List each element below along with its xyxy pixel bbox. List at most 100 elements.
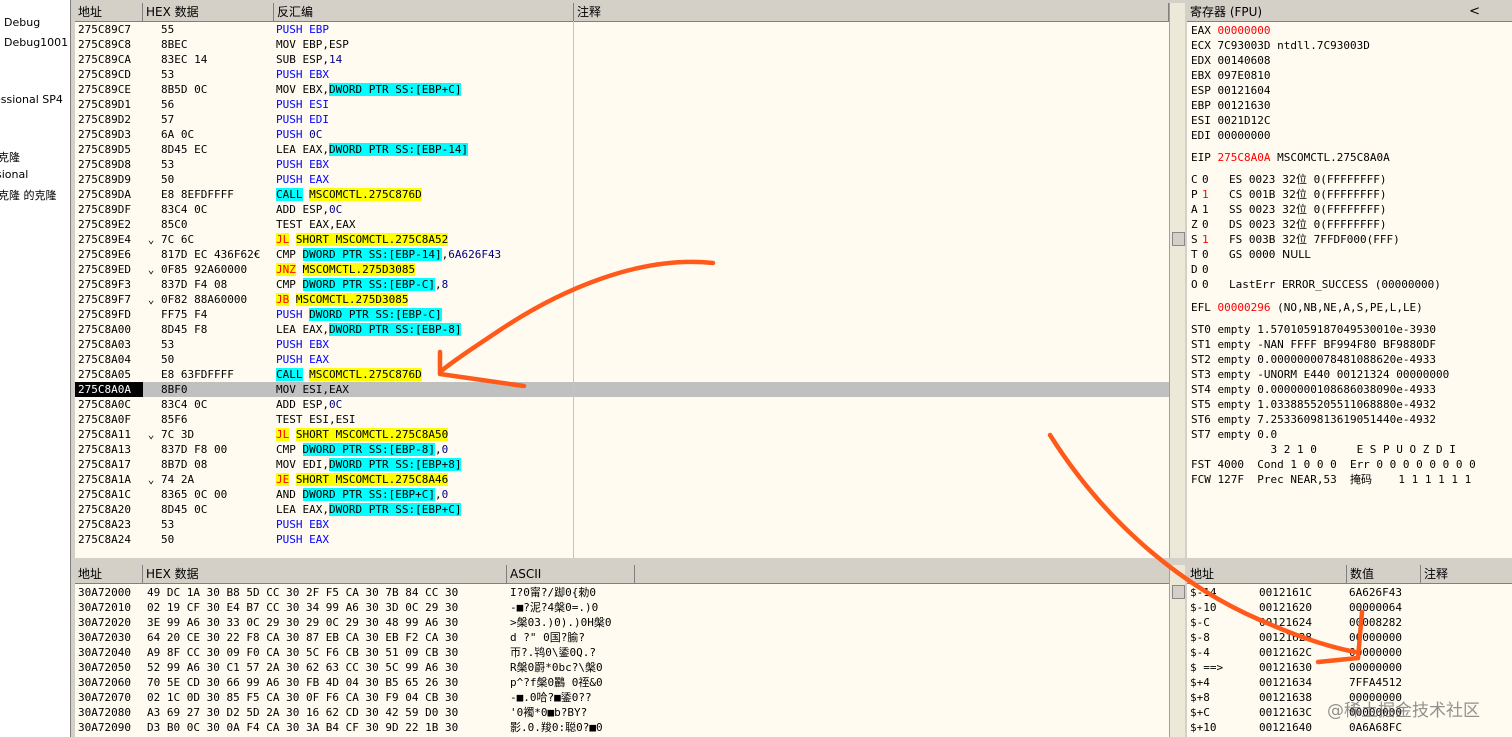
flag-row[interactable]: C 0 ES 0023 32位 0(FFFFFFFF) [1191,172,1386,187]
stack-row[interactable]: $-C 00121624 00008282 [1187,615,1512,630]
dump-row[interactable]: 30A72090 D3 B0 0C 30 0A F4 CA 30 3A B4 CF… [75,720,1169,735]
disasm-row[interactable]: 275C8A20 8D45 0C LEA EAX,DWORD PTR SS:[EBP… [75,502,1169,517]
stack-row[interactable]: $-4 0012162C 00000000 [1187,645,1512,660]
disasm-row[interactable]: 275C89F7 ⌄ 0F82 88A60000 JB MSCOMCTL.275D30… [75,292,1169,307]
fpu-register[interactable]: ST3 empty -UNORM E440 00121324 00000000 [1191,367,1449,382]
stack-row[interactable]: $-14 0012161C 6A626F43 [1187,585,1512,600]
disasm-row[interactable]: 275C8A00 8D45 F8 LEA EAX,DWORD PTR SS:[EBP… [75,322,1169,337]
dump-row[interactable]: 30A72030 64 20 CE 30 22 F8 CA 30 87 EB CA… [75,630,1169,645]
fpu-register[interactable]: ST5 empty 1.0338855205511068880e-4932 [1191,397,1436,412]
scrollbar-thumb[interactable] [1172,232,1185,246]
registers-pane[interactable]: 寄存器 (FPU) < EAX 00000000 ECX 7C93003D nt… [1187,3,1512,558]
dump-scrollbar[interactable] [1169,565,1185,737]
disasm-row[interactable]: 275C8A1C 8365 0C 00 AND DWORD PTR SS:[EBP+… [75,487,1169,502]
column-header-value[interactable]: 数值 [1347,565,1421,583]
disasm-row[interactable]: 275C89CE 8B5D 0C MOV EBX,DWORD PTR SS:[EBP… [75,82,1169,97]
disasm-row[interactable]: 275C89ED ⌄ 0F85 92A60000 JNZ MSCOMCTL.275D3… [75,262,1169,277]
fpu-status-word[interactable]: FST 4000 Cond 1 0 0 0 Err 0 0 0 0 0 0 0 … [1191,457,1476,472]
disassembly-pane[interactable]: 地址 HEX 数据 反汇编 注释 275C89C7 55 PUSH EBP 275C8… [75,3,1185,558]
left-strip-item[interactable]: Debug [4,16,40,29]
fpu-register[interactable]: ST1 empty -NAN FFFF BF994F80 BF9880DF [1191,337,1436,352]
left-strip-item[interactable]: sional [0,168,28,181]
disasm-row[interactable]: 275C89CD 53 PUSH EBX [75,67,1169,82]
stack-pane[interactable]: 地址 数值 注释 $-14 0012161C 6A626F43 $-10 0012162… [1187,565,1512,737]
flag-row[interactable]: P 1 CS 001B 32位 0(FFFFFFFF) [1191,187,1386,202]
column-header-address[interactable]: 地址 [75,565,143,583]
register-eax[interactable]: EAX 00000000 [1191,23,1270,38]
dump-row[interactable]: 30A72040 A9 8F CC 30 09 F0 CA 30 5C F6 CB… [75,645,1169,660]
disasm-row[interactable]: 275C8A23 53 PUSH EBX [75,517,1169,532]
flag-row[interactable]: A 1 SS 0023 32位 0(FFFFFFFF) [1191,202,1386,217]
fpu-control-word[interactable]: FCW 127F Prec NEAR,53 掩码 1 1 1 1 1 1 [1191,472,1471,487]
disasm-row[interactable]: 275C89E2 85C0 TEST EAX,EAX [75,217,1169,232]
left-strip-item[interactable]: 克隆 [0,149,20,165]
disasm-row[interactable]: 275C89D5 8D45 EC LEA EAX,DWORD PTR SS:[EBP… [75,142,1169,157]
dump-row[interactable]: 30A72000 49 DC 1A 30 B8 5D CC 30 2F F5 CA… [75,585,1169,600]
disasm-row[interactable]: 275C8A0F 85F6 TEST ESI,ESI [75,412,1169,427]
disasm-row[interactable]: 275C8A1A ⌄ 74 2A JE SHORT MSCOMCTL.275C8A46 [75,472,1169,487]
collapse-icon[interactable]: < [1469,4,1480,19]
stack-row[interactable]: $ ==> 00121630 00000000 [1187,660,1512,675]
disasm-row[interactable]: 275C89D9 50 PUSH EAX [75,172,1169,187]
dump-row[interactable]: 30A72050 52 99 A6 30 C1 57 2A 30 62 63 CC… [75,660,1169,675]
stack-row[interactable]: $-10 00121620 00000064 [1187,600,1512,615]
dump-row[interactable]: 30A72060 70 5E CD 30 66 99 A6 30 FB 4D 04… [75,675,1169,690]
disasm-row[interactable]: 275C89FD FF75 F4 PUSH DWORD PTR SS:[EBP-C] [75,307,1169,322]
column-header-address[interactable]: 地址 [1187,565,1347,583]
left-strip-item[interactable]: 克隆 的克隆 [0,187,57,203]
flag-row[interactable]: T 0 GS 0000 NULL [1191,247,1311,262]
register-efl[interactable]: EFL 00000296 (NO,NB,NE,A,S,PE,L,LE) [1191,300,1423,315]
fpu-register[interactable]: ST7 empty 0.0 [1191,427,1277,442]
column-header-ascii[interactable]: ASCII [507,565,635,583]
memory-dump-pane[interactable]: 地址 HEX 数据 ASCII 30A72000 49 DC 1A 30 B8 5… [75,565,1185,737]
disasm-row[interactable]: 275C89C7 55 PUSH EBP [75,22,1169,37]
disasm-row[interactable]: 275C89D3 6A 0C PUSH 0C [75,127,1169,142]
disasm-row[interactable]: 275C8A13 837D F8 00 CMP DWORD PTR SS:[EBP-… [75,442,1169,457]
register-edi[interactable]: EDI 00000000 [1191,128,1270,143]
dump-row[interactable]: 30A72070 02 1C 0D 30 85 F5 CA 30 0F F6 CA… [75,690,1169,705]
scrollbar-thumb[interactable] [1172,585,1185,599]
column-header-comment[interactable]: 注释 [574,3,1169,21]
flag-row-lasterr[interactable]: O 0 LastErr ERROR_SUCCESS (00000000) [1191,277,1441,292]
column-header-address[interactable]: 地址 [75,3,143,21]
fpu-register[interactable]: ST6 empty 7.2533609813619051440e-4932 [1191,412,1436,427]
stack-row[interactable]: $+4 00121634 7FFA4512 [1187,675,1512,690]
register-edx[interactable]: EDX 00140608 [1191,53,1270,68]
disasm-row[interactable]: 275C8A04 50 PUSH EAX [75,352,1169,367]
fpu-register[interactable]: ST2 empty 0.0000000078481088620e-4933 [1191,352,1436,367]
disasm-row[interactable]: 275C8A0A 8BF0 MOV ESI,EAX [75,382,1169,397]
register-ebp[interactable]: EBP 00121630 [1191,98,1270,113]
register-eip[interactable]: EIP 275C8A0A MSCOMCTL.275C8A0A [1191,150,1390,165]
disasm-row[interactable]: 275C8A03 53 PUSH EBX [75,337,1169,352]
dump-row[interactable]: 30A72010 02 19 CF 30 E4 B7 CC 30 34 99 A6… [75,600,1169,615]
dump-row[interactable]: 30A72080 A3 69 27 30 D2 5D 2A 30 16 62 CD… [75,705,1169,720]
register-esp[interactable]: ESP 00121604 [1191,83,1270,98]
disasm-row[interactable]: 275C8A11 ⌄ 7C 3D JL SHORT MSCOMCTL.275C8A50 [75,427,1169,442]
registers-title[interactable]: 寄存器 (FPU) [1187,3,1512,21]
disasm-row[interactable]: 275C8A0C 83C4 0C ADD ESP,0C [75,397,1169,412]
disasm-row[interactable]: 275C89E6 817D EC 436F62€ CMP DWORD PTR SS:… [75,247,1169,262]
disasm-row[interactable]: 275C8A17 8B7D 08 MOV EDI,DWORD PTR SS:[EBP… [75,457,1169,472]
disasm-row[interactable]: 275C89DF 83C4 0C ADD ESP,0C [75,202,1169,217]
disasm-row[interactable]: 275C89D2 57 PUSH EDI [75,112,1169,127]
flag-row[interactable]: Z 0 DS 0023 32位 0(FFFFFFFF) [1191,217,1386,232]
disasm-row[interactable]: 275C89DA E8 8EFDFFFF CALL MSCOMCTL.275C876… [75,187,1169,202]
dump-row[interactable]: 30A72020 3E 99 A6 30 33 0C 29 30 29 0C 29… [75,615,1169,630]
left-strip-item[interactable]: essional SP4 [0,93,63,106]
disasm-row[interactable]: 275C89D1 56 PUSH ESI [75,97,1169,112]
register-ebx[interactable]: EBX 097E0810 [1191,68,1270,83]
left-strip-item[interactable]: Debug1001 [4,36,68,49]
flag-row[interactable]: S 1 FS 003B 32位 7FFDF000(FFF) [1191,232,1400,247]
disasm-row[interactable]: 275C89F3 837D F4 08 CMP DWORD PTR SS:[EBP-… [75,277,1169,292]
column-header-hex[interactable]: HEX 数据 [143,3,274,21]
register-esi[interactable]: ESI 0021D12C [1191,113,1270,128]
column-header-comment[interactable]: 注释 [1421,565,1512,583]
disassembly-scrollbar[interactable] [1169,3,1185,558]
fpu-register[interactable]: ST4 empty 0.0000000108686038090e-4933 [1191,382,1436,397]
column-header-disassembly[interactable]: 反汇编 [274,3,574,21]
stack-row[interactable]: $-8 00121628 00000000 [1187,630,1512,645]
disasm-row[interactable]: 275C89CA 83EC 14 SUB ESP,14 [75,52,1169,67]
disasm-row[interactable]: 275C89D8 53 PUSH EBX [75,157,1169,172]
disasm-row[interactable]: 275C89C8 8BEC MOV EBP,ESP [75,37,1169,52]
fpu-register[interactable]: ST0 empty 1.5701059187049530010e-3930 [1191,322,1436,337]
